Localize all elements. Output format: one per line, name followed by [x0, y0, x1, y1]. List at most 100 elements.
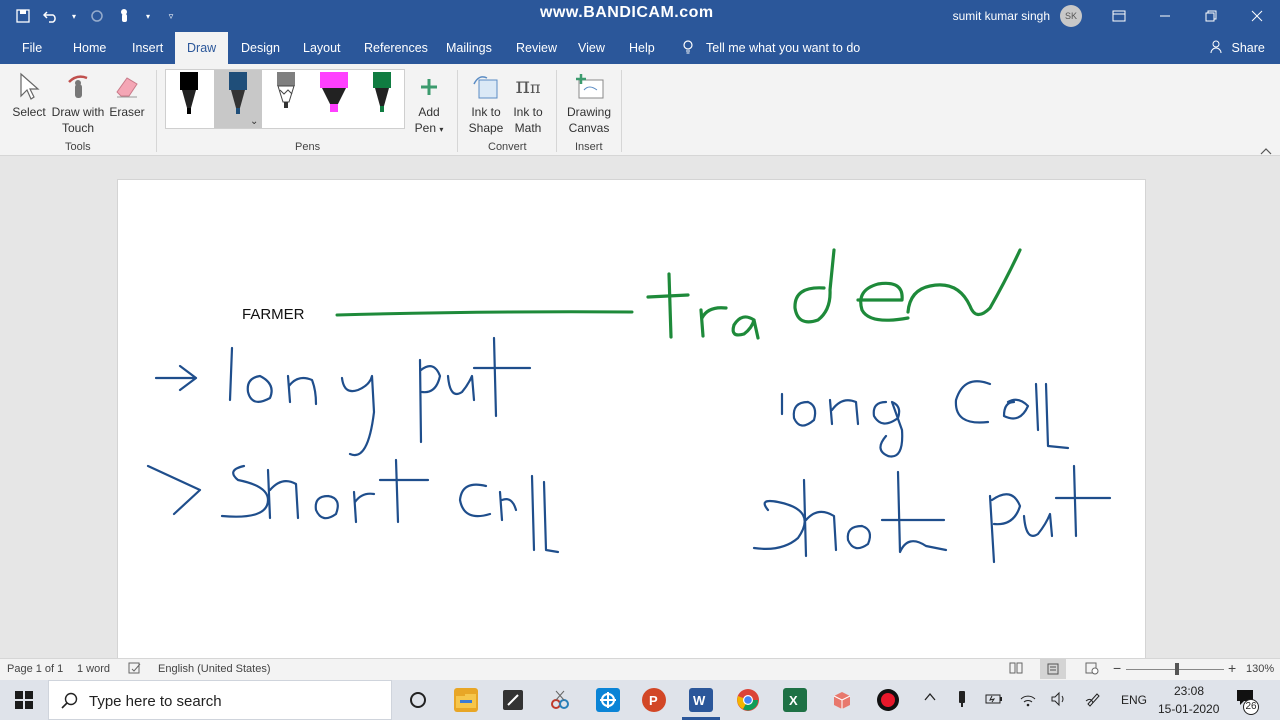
- read-mode-icon[interactable]: [1009, 662, 1023, 677]
- draw-with-touch-button[interactable]: Draw with Touch: [50, 70, 106, 136]
- user-name[interactable]: sumit kumar singh: [953, 9, 1050, 23]
- battery-icon[interactable]: [985, 692, 1003, 709]
- tell-me-label: Tell me what you want to do: [706, 41, 861, 55]
- word-count[interactable]: 1 word: [77, 663, 110, 675]
- window-controls: [1096, 0, 1280, 32]
- group-divider: [156, 70, 157, 152]
- restore-icon[interactable]: [1188, 0, 1234, 32]
- draw-touch-icon: [50, 70, 106, 104]
- wifi-icon[interactable]: [1019, 691, 1037, 710]
- search-icon: [61, 692, 78, 714]
- task-view-icon[interactable]: [406, 688, 430, 712]
- tab-home[interactable]: Home: [71, 32, 108, 64]
- save-icon[interactable]: [14, 7, 32, 25]
- eraser-icon: [108, 70, 146, 104]
- zoom-in-icon[interactable]: +: [1228, 660, 1236, 676]
- customize-qat-icon[interactable]: ▿: [162, 7, 180, 25]
- touch-mode-icon[interactable]: [116, 7, 134, 25]
- zoom-out-icon[interactable]: −: [1113, 660, 1121, 676]
- ink-word-short-call: [146, 458, 560, 554]
- ink-word-long-call: [780, 380, 1070, 458]
- chrome-icon[interactable]: [736, 688, 760, 712]
- web-layout-icon[interactable]: [1085, 662, 1099, 678]
- ink-word-short-put: [752, 464, 1112, 564]
- notification-center[interactable]: 26: [1236, 689, 1259, 715]
- ribbon-display-options-icon[interactable]: [1096, 0, 1142, 32]
- taskbar-search[interactable]: Type here to search: [48, 680, 392, 720]
- windows-icon: [15, 691, 33, 709]
- document-area: FARMER: [0, 156, 1280, 679]
- print-layout-icon[interactable]: [1040, 659, 1066, 679]
- quick-access-toolbar: ▾ ▾ ▿: [14, 7, 180, 25]
- draw-touch-label-2: Touch: [61, 121, 95, 135]
- undo-icon[interactable]: [42, 7, 60, 25]
- ink-to-math-label-2: Math: [514, 121, 542, 135]
- zoom-slider-thumb[interactable]: [1175, 663, 1179, 675]
- ink-word-long-put: [154, 336, 532, 457]
- excel-icon[interactable]: X: [783, 688, 807, 712]
- tab-file[interactable]: File: [20, 32, 44, 64]
- bandicam-record-icon[interactable]: [876, 688, 900, 712]
- volume-icon[interactable]: [1050, 691, 1068, 710]
- proofing-icon[interactable]: [128, 662, 142, 678]
- dropdown-icon[interactable]: ▾: [144, 7, 152, 25]
- snipping-tool-icon[interactable]: [548, 688, 572, 712]
- store-icon[interactable]: [596, 688, 620, 712]
- taskbar: Type here to search P W X ENG 23:08 15-0…: [0, 680, 1280, 720]
- pen-black[interactable]: [166, 70, 214, 128]
- pens-gallery: ⌄: [165, 69, 405, 129]
- language-status[interactable]: English (United States): [158, 663, 271, 675]
- tab-draw[interactable]: Draw: [175, 32, 229, 64]
- ink-word-trader: [646, 248, 1022, 340]
- app-icon[interactable]: [830, 688, 854, 712]
- pen-workspace-icon[interactable]: [1085, 691, 1101, 710]
- app-icon[interactable]: [501, 688, 525, 712]
- pen-gray[interactable]: [262, 70, 310, 128]
- tell-me-search[interactable]: Tell me what you want to do: [682, 32, 860, 64]
- clock-time: 23:08: [1174, 684, 1205, 698]
- tab-mailings[interactable]: Mailings: [444, 32, 494, 64]
- plus-icon: [410, 70, 448, 104]
- document-page[interactable]: FARMER: [117, 179, 1146, 679]
- clock-date[interactable]: 15-01-2020: [1158, 702, 1219, 716]
- pen-green[interactable]: [358, 70, 406, 128]
- input-language[interactable]: ENG: [1121, 693, 1147, 707]
- zoom-level[interactable]: 130%: [1246, 663, 1274, 675]
- show-hidden-icons-icon[interactable]: [923, 690, 937, 707]
- pen-pink-highlighter[interactable]: [310, 70, 358, 128]
- tab-layout[interactable]: Layout: [301, 32, 343, 64]
- tab-help[interactable]: Help: [627, 32, 657, 64]
- recording-watermark: www.BANDICAM.com: [540, 4, 714, 21]
- pens-group-label: Pens: [295, 141, 321, 153]
- page-count[interactable]: Page 1 of 1: [7, 663, 63, 675]
- person-icon: [1210, 40, 1227, 55]
- tab-review[interactable]: Review: [514, 32, 559, 64]
- add-pen-button[interactable]: Add Pen ▾: [410, 70, 448, 138]
- eraser-button[interactable]: Eraser: [108, 70, 146, 120]
- select-button[interactable]: Select: [10, 70, 48, 120]
- redo-icon[interactable]: [88, 7, 106, 25]
- insert-group-label: Insert: [575, 141, 603, 153]
- notification-badge: 26: [1243, 699, 1259, 715]
- start-button[interactable]: [0, 680, 48, 720]
- pen-dark-blue[interactable]: ⌄: [214, 70, 262, 128]
- usb-icon[interactable]: [956, 690, 968, 711]
- powerpoint-icon[interactable]: P: [642, 688, 666, 712]
- drawing-canvas-button[interactable]: Drawing Canvas: [563, 70, 615, 136]
- file-explorer-icon[interactable]: [454, 688, 478, 712]
- tab-view[interactable]: View: [576, 32, 607, 64]
- word-icon[interactable]: W: [689, 688, 713, 712]
- title-bar: ▾ ▾ ▿ www.BANDICAM.com sumit kumar singh…: [0, 0, 1280, 32]
- dropdown-icon[interactable]: ▾: [70, 7, 78, 25]
- share-button[interactable]: Share: [1210, 32, 1265, 64]
- share-label: Share: [1231, 41, 1265, 55]
- clock[interactable]: 23:08: [1174, 684, 1204, 698]
- tab-references[interactable]: References: [362, 32, 430, 64]
- tab-insert[interactable]: Insert: [130, 32, 165, 64]
- ink-to-math-button[interactable]: ππ Ink to Math: [508, 70, 548, 136]
- close-icon[interactable]: [1234, 0, 1280, 32]
- avatar[interactable]: SK: [1060, 5, 1082, 27]
- minimize-icon[interactable]: [1142, 0, 1188, 32]
- tab-design[interactable]: Design: [239, 32, 282, 64]
- ink-to-shape-button[interactable]: Ink to Shape: [465, 70, 507, 136]
